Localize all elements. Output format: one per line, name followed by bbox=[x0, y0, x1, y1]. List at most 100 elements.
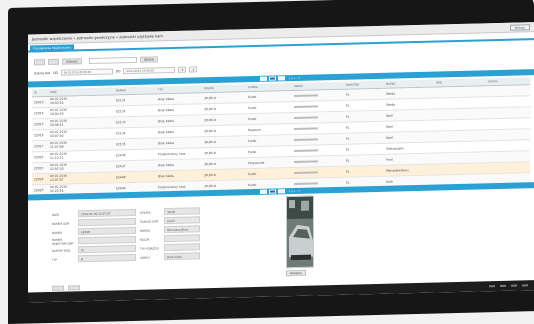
table-cell: 22016 bbox=[34, 133, 44, 138]
refresh-button[interactable]: Odśwież bbox=[62, 57, 82, 65]
table-cell: Brak biletu bbox=[158, 162, 175, 168]
table-cell bbox=[434, 135, 486, 136]
table-cell bbox=[434, 179, 486, 180]
detail-value[interactable] bbox=[78, 217, 136, 227]
table-cell bbox=[292, 126, 344, 131]
detail-value[interactable]: E2448 bbox=[78, 226, 136, 236]
pager-first[interactable] bbox=[259, 76, 267, 81]
tab-registry[interactable]: Przeglądarka Rejestracyjna bbox=[30, 44, 74, 53]
table-cell bbox=[292, 115, 344, 120]
logout-button[interactable]: Wyloguj bbox=[509, 23, 530, 31]
toolbar-button-back[interactable] bbox=[34, 58, 45, 65]
col-header[interactable]: PAŃSTWO bbox=[344, 83, 384, 87]
redacted-text bbox=[294, 182, 318, 186]
table-cell: Przekroczony czas bbox=[158, 184, 186, 190]
table-cell bbox=[292, 137, 344, 142]
pager-next[interactable] bbox=[277, 189, 285, 194]
detail-value[interactable]: B bbox=[78, 253, 136, 263]
col-header[interactable]: ID bbox=[32, 91, 48, 94]
table-cell bbox=[292, 181, 344, 186]
breadcrumb: Jednostki współczesne » Jednostki geodez… bbox=[32, 33, 163, 41]
table-cell: Skoda bbox=[386, 91, 396, 96]
detail-panel: DATA 2016-01-09 12:07:07 OPŁATA 30,00 NUMER … bbox=[52, 205, 272, 264]
date-to-field[interactable]: 09.01.2016 23:59:59 bbox=[123, 66, 176, 74]
redacted-text bbox=[294, 127, 318, 131]
detail-value[interactable]: PL bbox=[78, 244, 136, 254]
date-from-field[interactable]: 09.01.2016 00:00:00 bbox=[60, 67, 113, 76]
clock-icon[interactable] bbox=[522, 284, 528, 287]
detail-value[interactable]: Punkt bbox=[164, 216, 200, 225]
detail-label: UWAGI bbox=[140, 255, 150, 260]
table-cell: 22024 bbox=[34, 177, 44, 182]
search-input[interactable] bbox=[88, 56, 137, 64]
toolbar-button-forward[interactable] bbox=[48, 58, 59, 65]
detail-value[interactable]: 30,00 bbox=[164, 207, 200, 216]
enlarge-photo-button[interactable]: Powiększ bbox=[286, 269, 306, 277]
table-cell: E2133 bbox=[116, 120, 126, 125]
clear-button[interactable]: x bbox=[189, 65, 198, 73]
table-cell bbox=[486, 112, 530, 113]
table-cell: Opel bbox=[386, 124, 393, 129]
col-header[interactable]: STATUS bbox=[486, 79, 530, 83]
search-button[interactable]: SZUKAJ bbox=[139, 55, 158, 63]
filter-from-label: OD bbox=[53, 70, 58, 75]
detail-value[interactable]: Brak biletu bbox=[164, 252, 200, 261]
col-header[interactable]: MARKA bbox=[384, 82, 434, 86]
table-cell: Punkt bbox=[248, 94, 257, 100]
tray-icon[interactable] bbox=[489, 285, 495, 288]
dropdown-button[interactable]: ▾ bbox=[178, 66, 187, 73]
col-header[interactable]: UWAGI bbox=[292, 84, 344, 88]
table-cell: E2134 bbox=[116, 131, 126, 136]
detail-value[interactable] bbox=[78, 235, 136, 245]
breadcrumb-item[interactable]: Jednostki użytkowe kam bbox=[119, 34, 162, 39]
table-cell bbox=[486, 123, 530, 124]
col-header[interactable]: STREFA bbox=[246, 85, 292, 89]
next-record-button[interactable] bbox=[68, 285, 80, 291]
detail-label: MARKA bbox=[140, 228, 150, 233]
col-header[interactable]: NUMER bbox=[114, 88, 156, 92]
grid-body: 22013 09.01.2016 10:03:14 E2131 Brak biletu 3… bbox=[32, 85, 530, 197]
redacted-text bbox=[294, 160, 318, 164]
table-cell: E2131 bbox=[116, 98, 126, 103]
table-cell: 30,00 zł bbox=[204, 150, 216, 156]
table-cell bbox=[434, 91, 486, 92]
table-cell: Mercedes-Benz bbox=[386, 168, 409, 173]
breadcrumb-item[interactable]: Jednostki współczesne bbox=[32, 36, 72, 41]
table-cell: 09.01.2016 11:07:09 bbox=[50, 140, 68, 149]
detail-value[interactable] bbox=[164, 234, 200, 243]
table-cell: 22017 bbox=[34, 144, 44, 149]
pager-pages[interactable]: 1 2 3 ... 5 bbox=[287, 189, 302, 192]
col-header[interactable]: OPŁATA bbox=[202, 86, 246, 90]
detail-value[interactable] bbox=[164, 243, 200, 252]
pager-first[interactable] bbox=[259, 189, 267, 194]
vehicle-photo[interactable] bbox=[286, 195, 314, 269]
table-cell: 30,00 zł bbox=[204, 172, 216, 178]
table-cell: Punkt bbox=[248, 105, 257, 111]
redacted-text bbox=[294, 105, 318, 109]
pager-current[interactable] bbox=[268, 76, 276, 81]
table-cell: 22022 bbox=[34, 155, 44, 160]
table-cell: Punkt bbox=[248, 116, 257, 122]
table-cell bbox=[434, 124, 486, 125]
col-header[interactable]: DATA bbox=[48, 89, 114, 94]
table-cell: Opel bbox=[386, 135, 393, 140]
redacted-text bbox=[294, 149, 318, 153]
pager-current[interactable] bbox=[268, 189, 276, 194]
table-cell bbox=[434, 168, 486, 169]
table-cell: Punkt bbox=[248, 171, 257, 177]
table-cell bbox=[434, 113, 486, 114]
col-header[interactable]: TYP bbox=[156, 87, 202, 91]
detail-value[interactable]: 2016-01-09 12:07:07 bbox=[78, 208, 136, 218]
table-cell: Punkt bbox=[248, 149, 257, 155]
col-header[interactable]: OPIS bbox=[434, 80, 486, 84]
tray-icon[interactable] bbox=[511, 284, 517, 287]
detail-value[interactable]: Mercedes-Benz bbox=[164, 225, 200, 234]
prev-record-button[interactable] bbox=[52, 285, 64, 291]
table-cell: E2132 bbox=[116, 109, 126, 114]
tray-icon[interactable] bbox=[500, 284, 506, 287]
pager-pages[interactable]: 1 2 3 ... 5 bbox=[287, 76, 302, 79]
breadcrumb-item[interactable]: Jednostki geodezyjne bbox=[77, 35, 115, 40]
pager-next[interactable] bbox=[277, 76, 285, 81]
table-cell bbox=[486, 134, 530, 135]
detail-label: RAPORT KOD bbox=[52, 247, 71, 253]
